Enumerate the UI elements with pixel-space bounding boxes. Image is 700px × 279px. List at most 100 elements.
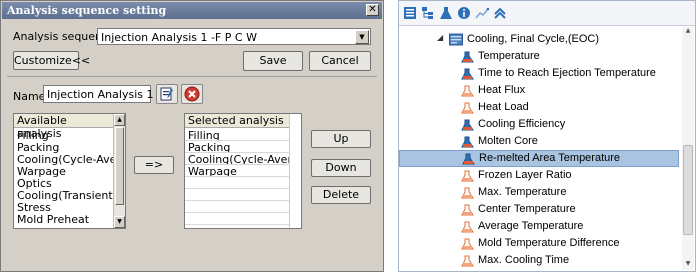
name-input[interactable]: Injection Analysis 1 <box>43 85 154 103</box>
available-list-scrollbar[interactable]: ▲ ▼ <box>113 114 125 228</box>
scroll-down-icon[interactable]: ▼ <box>682 260 694 270</box>
tree-item-label: Max. Cooling Time <box>478 254 570 266</box>
list-item[interactable]: Mold Preheat <box>17 213 89 226</box>
tree-node-cooling-final-cycle[interactable]: ◢ Cooling, Final Cycle,(EOC) <box>437 32 677 48</box>
collapse-icon[interactable] <box>493 6 507 20</box>
tree-item[interactable]: Molten Core <box>399 134 679 150</box>
name-input-value: Injection Analysis 1 <box>47 88 154 101</box>
tree-item-label: Re-melted Area Temperature <box>479 152 621 164</box>
row-divider <box>185 188 289 189</box>
tree-item[interactable]: Heat Flux <box>399 83 679 99</box>
down-button[interactable]: Down <box>311 159 371 177</box>
tree-item-label: Mold Temperature Difference <box>478 237 620 249</box>
delete-name-button[interactable] <box>181 84 203 104</box>
result-outline-icon <box>461 204 474 216</box>
customize-button-label: Customize<< <box>14 54 91 67</box>
tree-item[interactable]: Center Temperature <box>399 202 679 218</box>
add-to-selected-button[interactable]: => <box>134 156 174 174</box>
rename-button[interactable] <box>156 84 178 104</box>
up-button-label: Up <box>333 132 349 145</box>
tree-item[interactable]: Mold Temperature Difference <box>399 236 679 252</box>
delete-button-label: Delete <box>322 188 360 201</box>
delete-button[interactable]: Delete <box>311 186 371 204</box>
row-divider <box>185 164 289 165</box>
scroll-up-icon[interactable]: ▲ <box>114 114 125 126</box>
scroll-thumb[interactable] <box>115 127 124 205</box>
result-solid-icon <box>461 136 474 148</box>
tree-item-label: Time to Reach Ejection Temperature <box>478 67 656 79</box>
result-outline-icon <box>461 170 474 182</box>
result-solid-icon <box>461 68 474 80</box>
divider <box>7 76 377 77</box>
down-button-label: Down <box>325 161 357 174</box>
customize-button[interactable]: Customize<< <box>13 51 91 70</box>
tree-item-label: Average Temperature <box>478 220 584 232</box>
result-outline-icon <box>461 187 474 199</box>
tree-item-label: Temperature <box>478 50 540 62</box>
chevron-down-icon[interactable]: ▼ <box>355 30 369 44</box>
result-outline-icon <box>461 238 474 250</box>
result-solid-icon <box>461 119 474 131</box>
edit-icon <box>160 87 173 101</box>
row-divider <box>185 224 289 225</box>
folder-chart-icon <box>449 33 463 46</box>
tree-scrollbar[interactable]: ▲ ▼ <box>682 27 694 270</box>
scroll-down-icon[interactable]: ▼ <box>114 216 125 228</box>
up-button[interactable]: Up <box>311 130 371 148</box>
info-icon[interactable] <box>457 6 471 20</box>
selected-list-scrollbar[interactable] <box>289 114 301 228</box>
tree-item[interactable]: Temperature <box>399 49 679 65</box>
cancel-button-label: Cancel <box>321 54 359 67</box>
cancel-button[interactable]: Cancel <box>309 51 371 71</box>
chart-icon[interactable] <box>475 6 489 20</box>
expand-triangle-icon[interactable]: ◢ <box>437 33 443 42</box>
tree-item[interactable]: Re-melted Area Temperature <box>399 150 679 167</box>
tree-structure-icon[interactable] <box>421 6 435 20</box>
row-divider <box>185 152 289 153</box>
tree-item-label: Heat Load <box>478 101 529 113</box>
tree-item[interactable]: Average Temperature <box>399 219 679 235</box>
tree-item[interactable]: Frozen Layer Ratio <box>399 168 679 184</box>
analysis-sequence-value: Injection Analysis 1 -F P C W <box>101 31 257 44</box>
tree-item-label: Molten Core <box>478 135 538 147</box>
available-analysis-header: Available analysis <box>14 114 114 140</box>
tree-item-label: Cooling Efficiency <box>478 118 566 130</box>
row-divider <box>185 176 289 177</box>
result-solid-icon <box>462 153 475 165</box>
save-button[interactable]: Save <box>243 51 303 71</box>
analysis-sequence-dropdown[interactable]: Injection Analysis 1 -F P C W ▼ <box>97 28 371 45</box>
tree-toolbar <box>399 1 695 26</box>
close-button[interactable]: ✕ <box>366 4 379 16</box>
result-outline-icon <box>461 255 474 267</box>
add-button-label: => <box>144 158 164 171</box>
result-tree-panel: ◢ Cooling, Final Cycle,(EOC) Temperature… <box>398 0 696 272</box>
selected-analysis-list[interactable]: Selected analysis Filling Packing Cooling(… <box>184 113 302 229</box>
row-divider <box>185 200 289 201</box>
result-outline-icon <box>461 221 474 233</box>
result-outline-icon <box>461 85 474 97</box>
tree-item-label: Frozen Layer Ratio <box>478 169 572 181</box>
error-x-icon <box>184 86 200 102</box>
available-analysis-list[interactable]: Available analysis Filling Packing Cooling… <box>13 113 126 229</box>
dialog-title: Analysis sequence setting <box>7 4 167 17</box>
result-solid-icon <box>461 51 474 63</box>
tree-item[interactable]: Time to Reach Ejection Temperature <box>399 66 679 82</box>
result-outline-icon <box>461 102 474 114</box>
flask-icon[interactable] <box>439 6 453 20</box>
save-button-label: Save <box>259 54 287 67</box>
tree-item[interactable]: Cooling Efficiency <box>399 117 679 133</box>
tree-item-label: Center Temperature <box>478 203 576 215</box>
tree-node-label: Cooling, Final Cycle,(EOC) <box>467 33 600 45</box>
tree-item[interactable]: Max. Cooling Time <box>399 253 679 269</box>
tree-item[interactable]: Heat Load <box>399 100 679 116</box>
analysis-sequence-dialog: Analysis sequence setting ✕ Analysis seq… <box>0 0 384 272</box>
dialog-titlebar[interactable]: Analysis sequence setting ✕ <box>2 2 382 19</box>
tree-item[interactable]: Max. Temperature <box>399 185 679 201</box>
selected-analysis-header: Selected analysis <box>185 114 291 128</box>
scroll-thumb[interactable] <box>683 145 693 235</box>
scroll-up-icon[interactable]: ▲ <box>682 27 694 37</box>
row-divider <box>185 140 289 141</box>
row-divider <box>185 212 289 213</box>
tree-item-label: Heat Flux <box>478 84 526 96</box>
list-icon[interactable] <box>403 6 417 20</box>
